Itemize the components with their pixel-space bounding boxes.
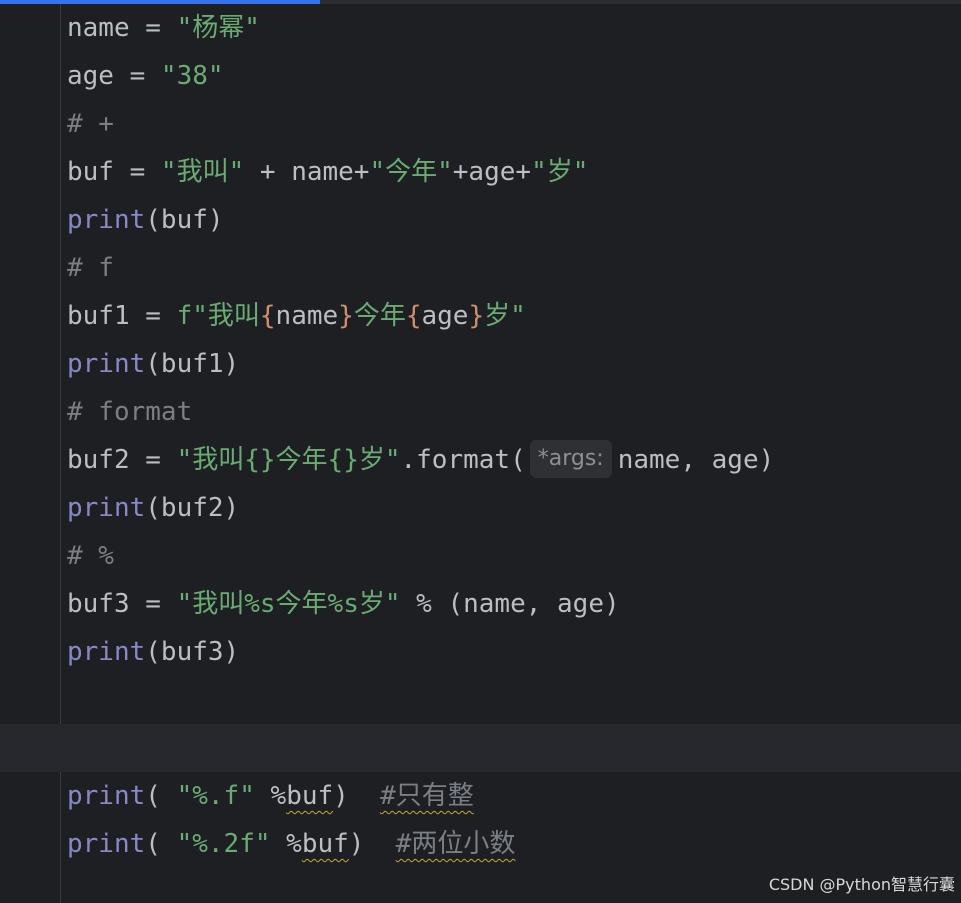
warning-token[interactable]: buf (302, 829, 349, 859)
warning-token[interactable]: buf (286, 781, 333, 811)
string-literal: "杨幂" (176, 13, 260, 43)
builtin-print: print (67, 205, 146, 235)
comment[interactable]: #两位小数 (396, 829, 516, 859)
comment: # f (67, 253, 114, 283)
code-token: age = (67, 61, 161, 91)
code-token: % (name, age) (400, 589, 620, 619)
code-token: age (421, 301, 469, 331)
comment: # format (67, 397, 193, 427)
string-literal: "我叫" (160, 157, 245, 187)
string-literal: "今年" (369, 157, 453, 187)
code-line-5[interactable]: print(buf) (67, 196, 224, 244)
code-token: ( (145, 781, 177, 811)
code-token: buf2 = (67, 445, 177, 475)
watermark: CSDN @Python智慧行囊 (768, 875, 955, 894)
code-token: ) (333, 781, 381, 811)
parameter-hint: *args: (529, 440, 612, 478)
code-token: buf = (67, 157, 161, 187)
code-line-1[interactable]: name = "杨幂" (67, 4, 260, 52)
string-literal: "我叫{}今年{}岁" (176, 445, 401, 475)
code-token: (buf1) (145, 349, 240, 379)
code-token: buf3 = (67, 589, 177, 619)
string-literal: "38" (160, 61, 224, 91)
string-literal: f"我叫 (176, 301, 260, 331)
current-line-highlight (0, 724, 961, 772)
comment: # + (67, 109, 114, 139)
code-line-17[interactable]: print( "%.f" %buf) #只有整 (67, 772, 474, 820)
code-line-4[interactable]: buf = "我叫" + name+"今年"+age+"岁" (67, 148, 588, 196)
code-line-8[interactable]: print(buf1) (67, 340, 239, 388)
code-token: name, age) (617, 445, 775, 475)
code-line-2[interactable]: age = "38" (67, 52, 224, 100)
string-literal: "岁" (531, 157, 589, 187)
fstring-brace: } (338, 301, 354, 331)
code-token: + name+ (244, 157, 370, 187)
builtin-print: print (67, 349, 146, 379)
string-literal: "我叫%s今年%s岁" (176, 589, 401, 619)
code-token: buf1 = (67, 301, 177, 331)
builtin-print: print (67, 493, 146, 523)
fstring-brace: { (405, 301, 422, 331)
code-token: .format( (400, 445, 526, 475)
code-token: % (270, 829, 302, 859)
string-literal: "%.2f" (176, 829, 271, 859)
code-line-12[interactable]: # % (67, 532, 114, 580)
code-token: ) (348, 829, 396, 859)
code-line-9[interactable]: # format (67, 388, 192, 436)
string-literal: "%.f" (176, 781, 255, 811)
fstring-brace: } (468, 301, 485, 331)
code-line-3[interactable]: # + (67, 100, 114, 148)
code-line-14[interactable]: print(buf3) (67, 628, 239, 676)
code-token: (buf3) (145, 637, 240, 667)
code-line-7[interactable]: buf1 = f"我叫{name}今年{age}岁" (67, 292, 526, 340)
comment: # % (67, 541, 114, 571)
code-token: (buf2) (145, 493, 240, 523)
code-token: (buf) (145, 205, 224, 235)
code-token: ( (145, 829, 177, 859)
code-token: name = (67, 13, 177, 43)
fstring-brace: { (259, 301, 276, 331)
code-token: +age+ (452, 157, 532, 187)
builtin-print: print (67, 637, 146, 667)
string-literal: 岁" (484, 301, 526, 331)
comment[interactable]: #只有整 (380, 781, 474, 811)
code-line-13[interactable]: buf3 = "我叫%s今年%s岁" % (name, age) (67, 580, 620, 628)
code-token: name (275, 301, 339, 331)
code-line-10[interactable]: buf2 = "我叫{}今年{}岁".format(*args: name, ag… (67, 436, 774, 484)
builtin-print: print (67, 781, 146, 811)
code-line-6[interactable]: # f (67, 244, 114, 292)
string-literal: 今年 (353, 301, 406, 331)
builtin-print: print (67, 829, 146, 859)
code-token: % (254, 781, 287, 811)
code-line-11[interactable]: print(buf2) (67, 484, 239, 532)
code-line-18[interactable]: print( "%.2f" %buf) #两位小数 (67, 820, 515, 868)
